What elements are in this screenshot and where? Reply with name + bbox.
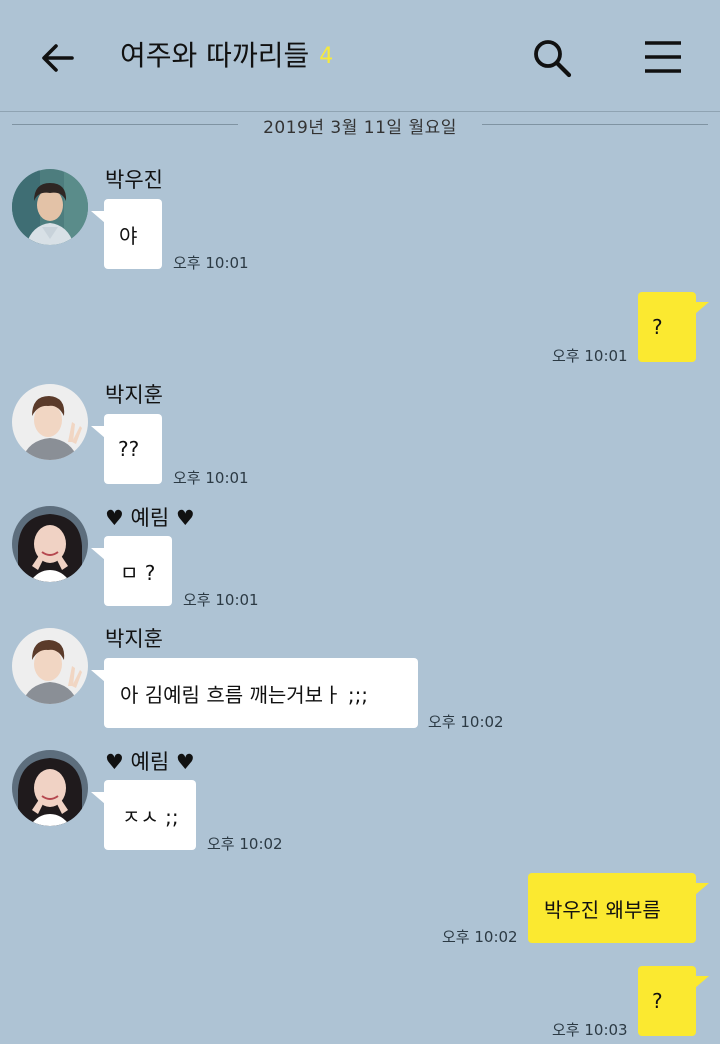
member-count: 4: [319, 44, 334, 69]
date-text: 2019년 3월 11일 월요일: [263, 118, 457, 138]
avatar-yerim[interactable]: [12, 506, 88, 582]
menu-icon[interactable]: [642, 38, 684, 76]
message-bubble[interactable]: ㅁ ?: [91, 536, 172, 606]
avatar-park-woojin[interactable]: [12, 169, 88, 245]
message-time: 오후 10:01: [173, 254, 249, 272]
message-text: 박우진 왜부름: [544, 897, 661, 922]
message-text: ?: [652, 315, 663, 339]
sender-name: 박우진: [105, 168, 163, 192]
search-icon[interactable]: [530, 36, 574, 80]
date-divider: 2019년 3월 11일 월요일: [12, 112, 708, 140]
message-text: ㅁ ?: [120, 560, 156, 585]
back-arrow-icon[interactable]: [38, 38, 78, 78]
chat-title: 여주와 따까리들 4: [120, 36, 333, 77]
sender-name: 박지훈: [105, 383, 163, 407]
message-bubble-outgoing[interactable]: ?: [638, 966, 709, 1036]
message-time: 오후 10:03: [552, 1021, 628, 1039]
message-text: ??: [118, 437, 140, 461]
chat-header: 여주와 따까리들 4: [0, 0, 720, 112]
message-bubble[interactable]: ??: [91, 414, 162, 484]
message-time: 오후 10:02: [442, 928, 518, 946]
message-time: 오후 10:02: [207, 835, 283, 853]
sender-name: 박지훈: [105, 627, 163, 651]
message-time: 오후 10:01: [183, 591, 259, 609]
message-bubble-outgoing[interactable]: ?: [638, 292, 709, 362]
avatar-yerim[interactable]: [12, 750, 88, 826]
message-time: 오후 10:02: [428, 713, 504, 731]
message-bubble-outgoing[interactable]: 박우진 왜부름: [528, 873, 709, 943]
avatar-park-jihoon[interactable]: [12, 628, 88, 704]
message-time: 오후 10:01: [173, 469, 249, 487]
message-text: ?: [652, 989, 663, 1013]
sender-name: ♥ 예림 ♥: [105, 506, 195, 530]
sender-name: ♥ 예림 ♥: [105, 750, 195, 774]
avatar-park-jihoon[interactable]: [12, 384, 88, 460]
message-time: 오후 10:01: [552, 347, 628, 365]
chat-title-text: 여주와 따까리들: [120, 39, 310, 72]
message-text: 아 김예림 흐름 깨는거보ㅏ ;;;: [120, 682, 369, 707]
message-text: 야: [119, 223, 138, 248]
message-text: ㅈㅅ ;;: [122, 804, 179, 829]
message-bubble[interactable]: 야: [91, 199, 162, 269]
divider-line-right: [482, 124, 708, 125]
message-bubble[interactable]: 아 김예림 흐름 깨는거보ㅏ ;;;: [91, 658, 418, 728]
message-bubble[interactable]: ㅈㅅ ;;: [91, 780, 196, 850]
